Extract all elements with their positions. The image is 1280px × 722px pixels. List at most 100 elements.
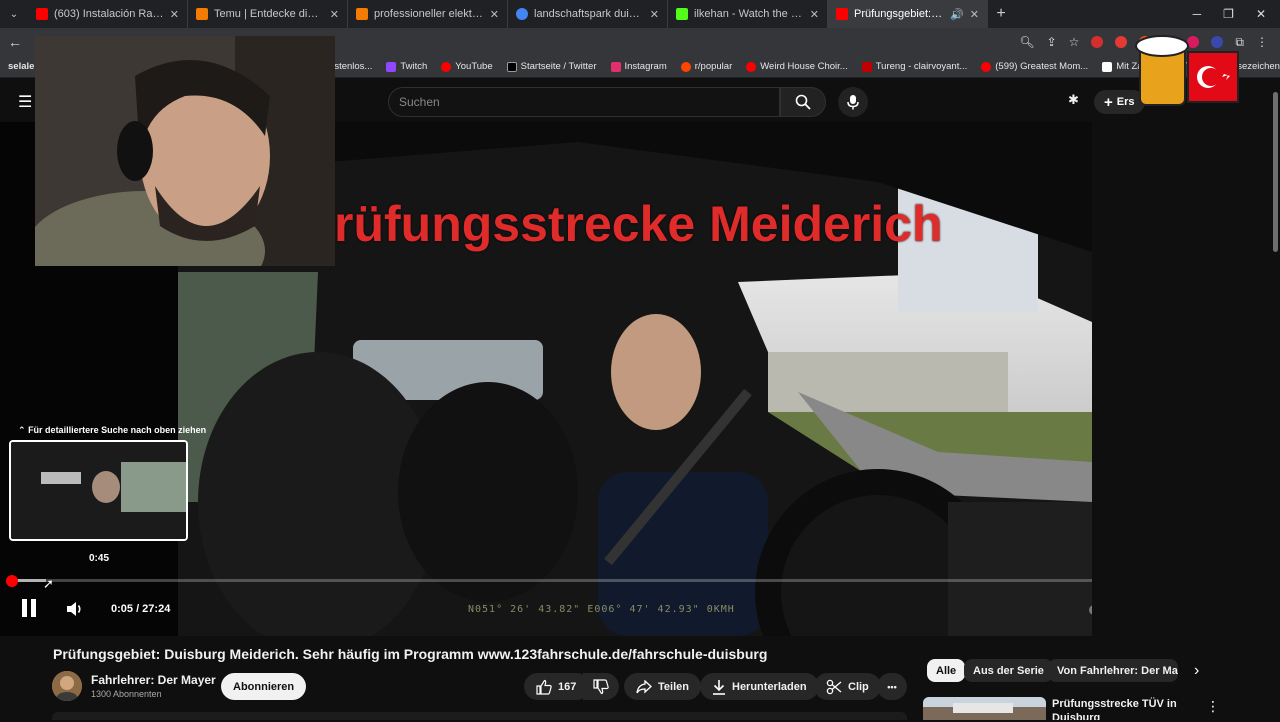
youtube-favicon-icon <box>36 8 48 20</box>
youtube-icon <box>746 61 757 72</box>
chips-next-button[interactable]: › <box>1194 662 1199 680</box>
channel-name[interactable]: Fahrlehrer: Der Mayer <box>91 673 216 687</box>
description-box[interactable] <box>52 712 907 720</box>
browser-tab[interactable]: landschaftspark duisburg skate ✕ <box>508 0 668 28</box>
video-title: Prüfungsgebiet: Duisburg Meiderich. Sehr… <box>53 646 768 662</box>
scrollbar-thumb[interactable] <box>1273 92 1278 252</box>
close-icon[interactable]: ✕ <box>490 8 499 21</box>
pause-button[interactable] <box>20 598 38 621</box>
avatar-image <box>52 671 82 701</box>
share-label: Teilen <box>658 680 689 693</box>
tab-label: Prüfungsgebiet: Duisburg M <box>854 8 944 20</box>
maximize-icon[interactable]: ❐ <box>1223 7 1234 21</box>
bookmark[interactable]: Weird House Choir... <box>746 61 848 72</box>
bookmark[interactable]: selale <box>8 61 34 72</box>
download-label: Herunterladen <box>732 680 807 693</box>
progress-bar[interactable] <box>12 579 1262 582</box>
bookmark[interactable]: Tureng - clairvoyant... <box>861 61 968 72</box>
channel-avatar[interactable] <box>52 671 82 701</box>
drag-hint: ⌃ Für detailliertere Suche nach oben zie… <box>18 425 206 436</box>
plus-icon: + <box>1104 93 1113 111</box>
close-icon[interactable]: ✕ <box>330 8 339 21</box>
extension-icon[interactable] <box>1115 36 1128 48</box>
beer-flag-sticker <box>1135 35 1239 106</box>
search-button[interactable] <box>780 87 826 117</box>
instagram-icon <box>610 61 621 72</box>
bookmark[interactable]: YouTube <box>441 61 493 72</box>
reddit-icon <box>680 61 691 72</box>
minimize-icon[interactable]: ─ <box>1193 7 1202 21</box>
scrub-preview-thumbnail <box>9 440 188 541</box>
tab-label: ilkehan - Watch the VOD on Ki <box>694 8 804 20</box>
search-icon <box>795 94 811 110</box>
bookmark[interactable]: Twitch <box>386 61 427 72</box>
star-icon[interactable]: ☆ <box>1069 35 1080 49</box>
tureng-icon <box>861 61 872 72</box>
speaker-icon[interactable]: 🔊 <box>950 8 964 21</box>
streamer-webcam-image <box>35 36 335 266</box>
close-icon[interactable]: ✕ <box>810 8 819 21</box>
extension-puzzle-icon[interactable]: ✱ <box>1068 92 1079 108</box>
bookmark-label: Tureng - clairvoyant... <box>875 61 968 72</box>
back-arrow-icon[interactable]: ← <box>0 34 30 50</box>
recommendation-thumbnail[interactable] <box>923 697 1046 720</box>
extension-icon[interactable] <box>1091 36 1104 48</box>
kick-favicon-icon <box>676 8 688 20</box>
scrubber-handle[interactable] <box>6 575 18 587</box>
bookmark-label: YouTube <box>455 61 493 72</box>
bookmark-label: r/popular <box>694 61 733 72</box>
more-actions-button[interactable]: ••• <box>877 673 907 700</box>
clip-button[interactable]: Clip <box>814 673 881 700</box>
new-tab-button[interactable]: + <box>988 5 1014 23</box>
subscriber-count: 1300 Abonnenten <box>91 689 162 699</box>
like-button[interactable]: 167 <box>524 673 591 700</box>
volume-button[interactable] <box>66 601 84 620</box>
menu-dots-icon[interactable]: ⋮ <box>1256 35 1268 49</box>
clip-label: Clip <box>848 680 869 693</box>
pause-icon <box>22 599 36 617</box>
close-icon[interactable]: ✕ <box>170 8 179 21</box>
bookmark-label: Twitch <box>400 61 428 72</box>
youtube-favicon-icon <box>836 8 848 20</box>
thumbnail-image <box>923 697 1046 720</box>
subscribe-button[interactable]: Abonnieren <box>221 673 307 700</box>
close-icon[interactable]: ✕ <box>970 8 979 21</box>
bookmark[interactable]: Instagram <box>610 61 667 72</box>
browser-tab[interactable]: Temu | Entdecke die neuesten ✕ <box>188 0 348 28</box>
recommendation-title[interactable]: Prüfungsstrecke TÜV in Duisburg <box>1052 697 1192 720</box>
right-panel <box>1092 122 1272 636</box>
close-window-icon[interactable]: ✕ <box>1256 7 1266 21</box>
close-icon[interactable]: ✕ <box>650 8 659 21</box>
drag-hint-text: Für detailliertere Suche nach oben ziehe… <box>28 425 207 435</box>
chip-from-channel[interactable]: Von Fahrlehrer: Der Mayer <box>1048 659 1178 682</box>
tab-search-icon[interactable]: ⌄ <box>0 9 28 20</box>
chip-all[interactable]: Alle <box>927 659 966 682</box>
bookmark[interactable]: r/popular <box>680 61 733 72</box>
bookmark[interactable]: Startseite / Twitter <box>506 61 597 72</box>
x-twitter-icon <box>506 61 517 72</box>
scissors-icon <box>826 679 842 694</box>
share-button[interactable]: Teilen <box>624 673 701 700</box>
bookmark[interactable]: (599) Greatest Mom... <box>981 61 1088 72</box>
chevron-up-icon: ⌃ <box>18 425 26 435</box>
download-button[interactable]: Herunterladen <box>700 673 819 700</box>
dislike-button[interactable] <box>583 673 619 700</box>
chip-series[interactable]: Aus der Serie <box>964 659 1053 682</box>
zoom-icon[interactable]: 🔍︎ <box>1019 35 1034 49</box>
browser-tab[interactable]: professioneller elektriker autom ✕ <box>348 0 508 28</box>
youtube-icon <box>981 61 992 72</box>
browser-tab[interactable]: ilkehan - Watch the VOD on Ki ✕ <box>668 0 828 28</box>
recommendation-menu-icon[interactable]: ⋮ <box>1206 698 1220 715</box>
volume-icon <box>67 602 81 616</box>
voice-search-button[interactable] <box>838 87 868 117</box>
search-input[interactable]: Suchen <box>388 87 780 117</box>
video-overlay-title: rüfungsstrecke Meiderich <box>334 196 943 252</box>
share-icon <box>636 679 652 693</box>
share-icon[interactable]: ⇪ <box>1047 35 1057 49</box>
bookmark-label: selale <box>8 61 35 72</box>
browser-tab-active[interactable]: Prüfungsgebiet: Duisburg M 🔊 ✕ <box>828 0 988 28</box>
browser-tab[interactable]: (603) Instalación Radio Android ✕ <box>28 0 188 28</box>
menu-icon[interactable]: ☰ <box>18 92 32 112</box>
tab-label: landschaftspark duisburg skate <box>534 8 644 20</box>
tab-label: Temu | Entdecke die neuesten <box>214 8 324 20</box>
